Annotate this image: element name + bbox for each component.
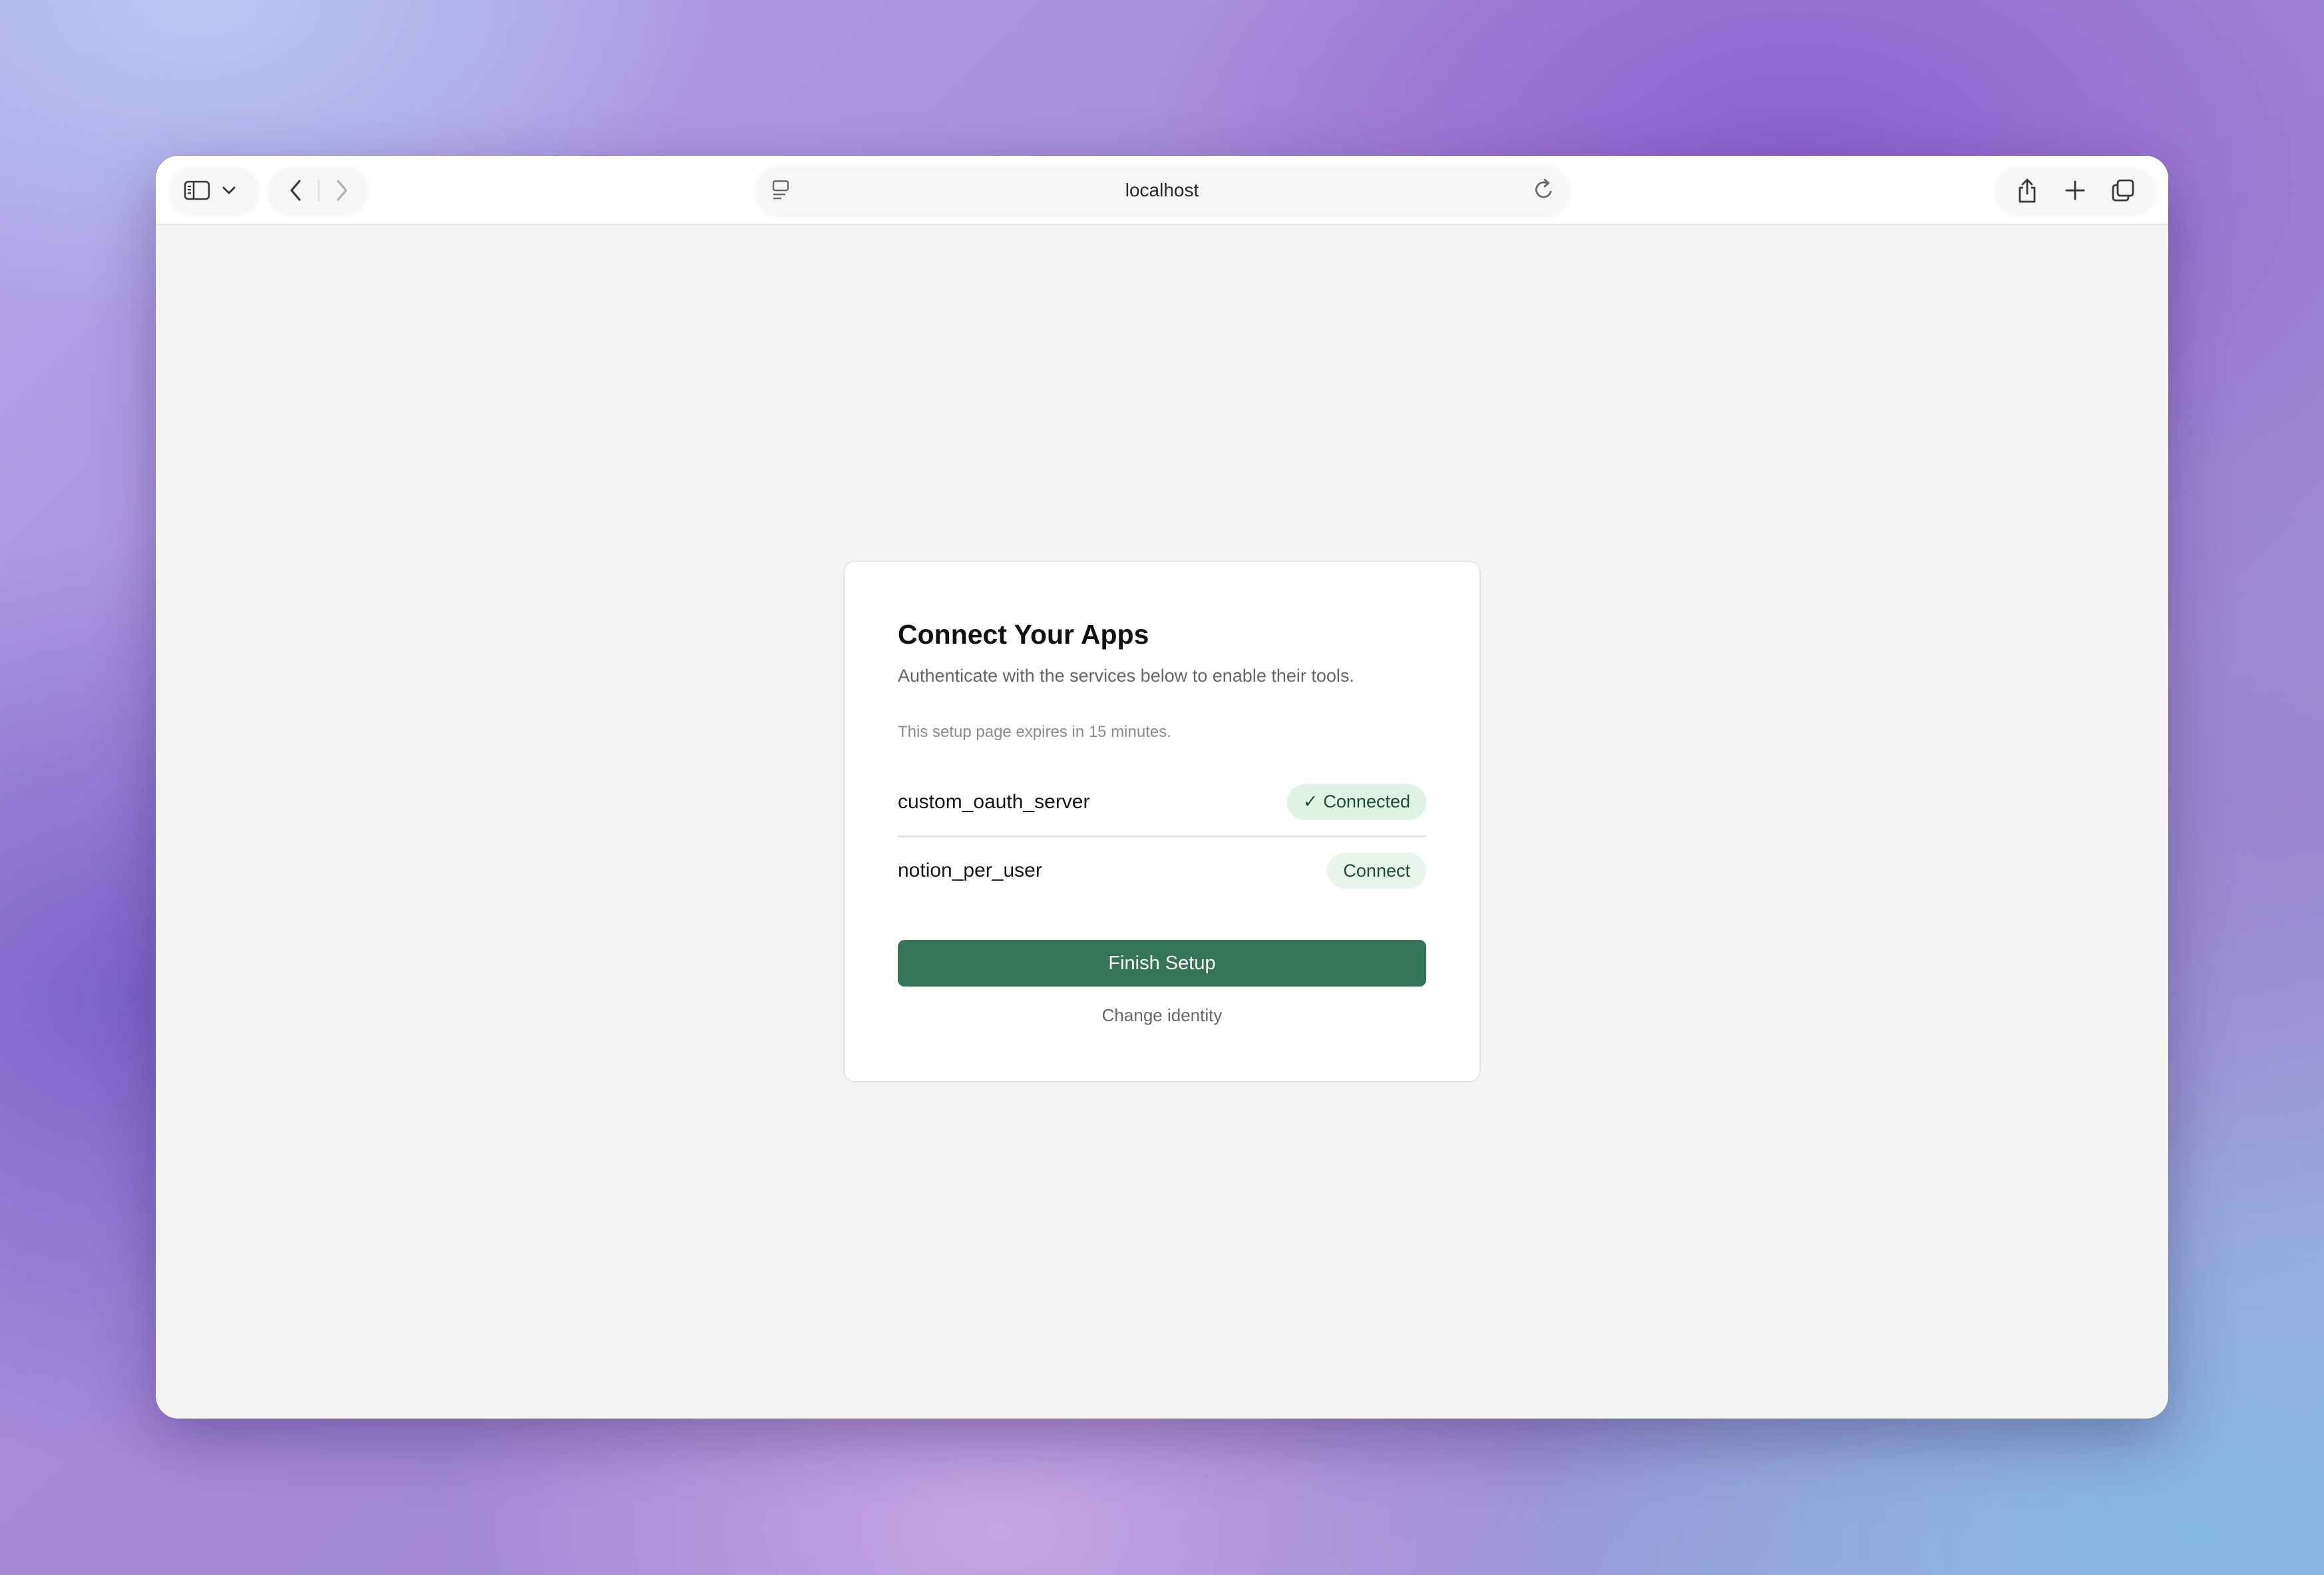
browser-toolbar: localhost bbox=[156, 156, 2168, 225]
sidebar-icon[interactable] bbox=[178, 172, 216, 209]
url-text: localhost bbox=[1125, 180, 1199, 200]
browser-window: localhost Connect Your Apps Authenticate… bbox=[156, 156, 2168, 1419]
page-subtitle: Authenticate with the services below to … bbox=[898, 666, 1354, 686]
address-bar[interactable]: localhost bbox=[756, 166, 1568, 214]
finish-setup-button[interactable]: Finish Setup bbox=[898, 940, 1426, 987]
nav-divider bbox=[318, 179, 319, 202]
reload-icon[interactable] bbox=[1532, 177, 1556, 206]
service-name: notion_per_user bbox=[898, 859, 1042, 881]
service-row-notion-per-user: notion_per_user Connect bbox=[898, 836, 1426, 905]
chevron-left-icon[interactable] bbox=[277, 172, 314, 209]
window-actions bbox=[1995, 168, 2155, 213]
share-icon[interactable] bbox=[2009, 172, 2046, 209]
page-menu-icon[interactable] bbox=[771, 178, 791, 204]
change-identity-link[interactable]: Change identity bbox=[845, 1005, 1479, 1026]
service-row-custom-oauth-server: custom_oauth_server ✓ Connected bbox=[898, 768, 1426, 837]
connected-badge: ✓ Connected bbox=[1286, 784, 1426, 820]
chevron-right-icon[interactable] bbox=[323, 172, 361, 209]
tab-overview-icon[interactable] bbox=[2104, 172, 2142, 209]
expiry-notice: This setup page expires in 15 minutes. bbox=[898, 723, 1171, 741]
navigation-controls bbox=[269, 168, 367, 213]
connected-badge-label: Connected bbox=[1323, 791, 1410, 811]
page-title: Connect Your Apps bbox=[898, 619, 1149, 650]
connect-button[interactable]: Connect bbox=[1327, 853, 1426, 889]
sidebar-controls bbox=[169, 168, 258, 213]
chevron-down-icon[interactable] bbox=[216, 172, 242, 209]
service-name: custom_oauth_server bbox=[898, 790, 1090, 813]
plus-icon[interactable] bbox=[2056, 172, 2094, 209]
connect-apps-card: Connect Your Apps Authenticate with the … bbox=[843, 561, 1481, 1082]
checkmark-icon: ✓ bbox=[1302, 791, 1318, 811]
